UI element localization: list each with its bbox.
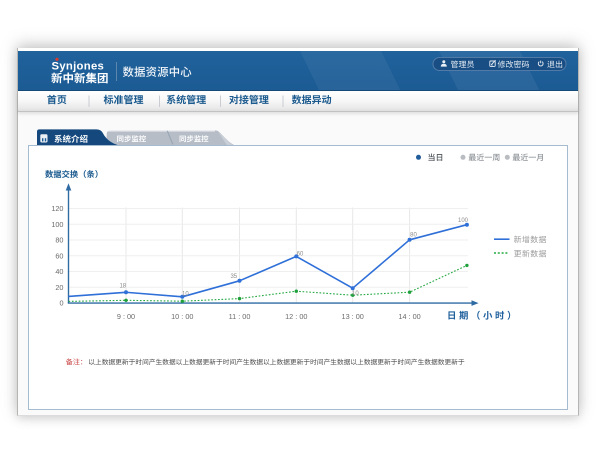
- svg-text:10 : 00: 10 : 00: [171, 312, 193, 321]
- svg-text:100: 100: [51, 220, 63, 229]
- svg-text:60: 60: [55, 251, 63, 260]
- svg-text:60: 60: [297, 251, 304, 257]
- svg-text:Synjones: Synjones: [52, 61, 105, 73]
- svg-text:80: 80: [55, 236, 63, 245]
- svg-text:10: 10: [182, 291, 189, 297]
- svg-text:14 : 00: 14 : 00: [398, 312, 420, 321]
- svg-text:120: 120: [51, 204, 63, 213]
- svg-text:12 : 00: 12 : 00: [285, 312, 307, 321]
- svg-text:0: 0: [59, 299, 63, 308]
- svg-text:18: 18: [119, 284, 126, 290]
- svg-text:40: 40: [55, 267, 63, 276]
- svg-text:100: 100: [458, 218, 469, 224]
- svg-text:9 : 00: 9 : 00: [117, 312, 135, 321]
- svg-text:20: 20: [55, 283, 63, 292]
- svg-text:35: 35: [230, 274, 237, 280]
- svg-text:80: 80: [410, 232, 417, 238]
- svg-text:11 : 00: 11 : 00: [229, 312, 251, 321]
- svg-text:13 : 00: 13 : 00: [342, 312, 364, 321]
- svg-text:10: 10: [352, 291, 359, 297]
